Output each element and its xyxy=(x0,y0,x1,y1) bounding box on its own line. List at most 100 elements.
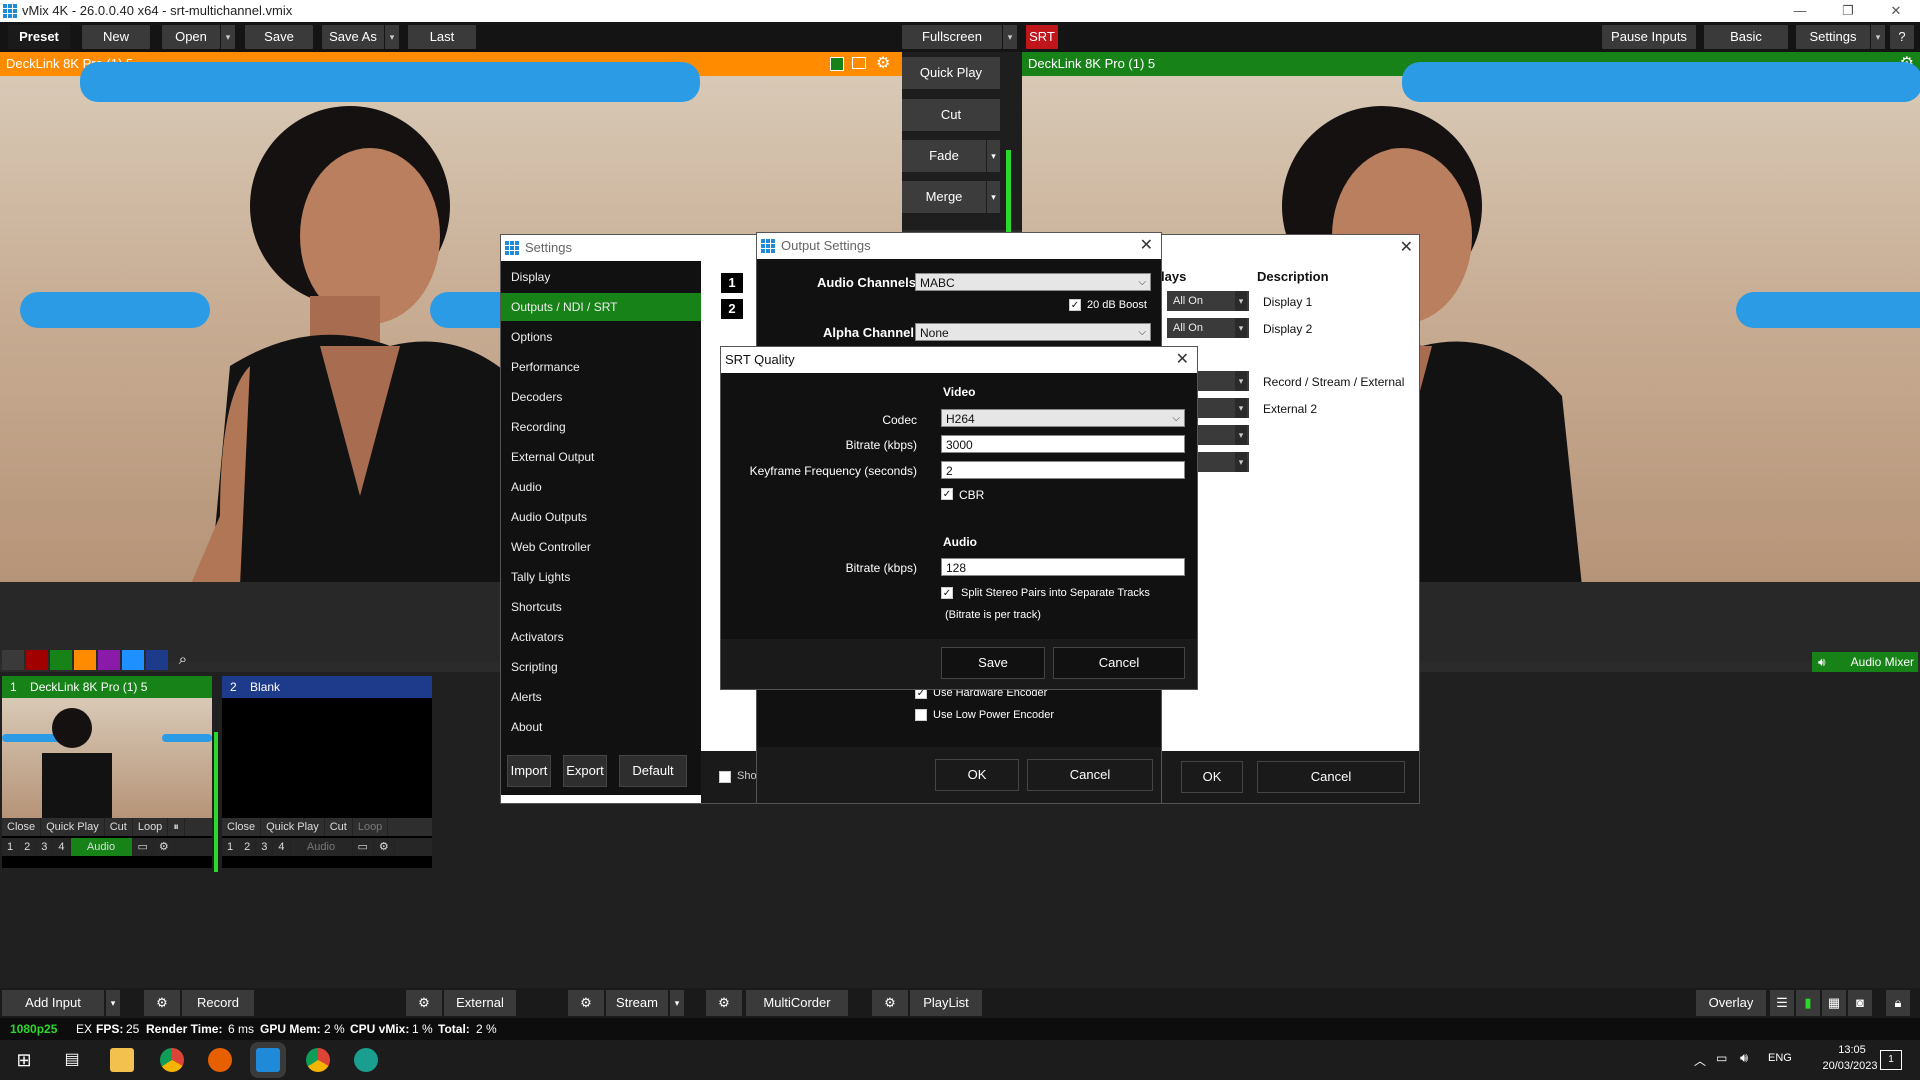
color-swatch-purple[interactable] xyxy=(98,650,120,670)
import-button[interactable]: Import xyxy=(507,755,551,787)
close-window-button[interactable]: ✕ xyxy=(1872,0,1920,22)
add-input-button[interactable]: Add Input xyxy=(2,990,104,1016)
alpha-channel-select[interactable]: None ⌵ xyxy=(915,323,1151,341)
chrome-icon[interactable] xyxy=(160,1048,184,1072)
gear-icon[interactable]: ⚙ xyxy=(374,838,395,856)
video-bitrate-input[interactable]: 3000 xyxy=(941,435,1185,453)
color-swatch-navy[interactable] xyxy=(146,650,168,670)
close-icon[interactable]: ✕ xyxy=(1176,347,1189,373)
open-button[interactable]: Open xyxy=(162,25,220,49)
export-button[interactable]: Export xyxy=(563,755,607,787)
grid-icon[interactable]: ▦ xyxy=(1822,990,1846,1016)
input-audio-button[interactable]: Audio xyxy=(291,838,353,856)
merge-button[interactable]: Merge xyxy=(902,181,986,213)
audio-bars-icon[interactable]: ▮ xyxy=(1796,990,1820,1016)
input-loop-button[interactable]: Loop xyxy=(353,818,389,836)
input-audio-button[interactable]: Audio xyxy=(70,838,133,856)
firefox-icon[interactable] xyxy=(208,1048,232,1072)
menu-external-output[interactable]: External Output xyxy=(501,443,701,471)
minimize-button[interactable]: — xyxy=(1776,0,1824,22)
green-square-icon[interactable] xyxy=(830,57,844,71)
display-1-mode-select[interactable]: All On ▾ xyxy=(1167,291,1249,311)
show-checkbox[interactable] xyxy=(719,771,731,783)
menu-display[interactable]: Display xyxy=(501,263,701,291)
overlay-4-button[interactable]: 4 xyxy=(273,838,291,856)
monitor-icon[interactable]: ▭ xyxy=(133,838,154,856)
chrome-profile-icon[interactable] xyxy=(306,1048,330,1072)
volume-icon[interactable]: 🔊︎ xyxy=(1740,1050,1748,1066)
menu-about[interactable]: About xyxy=(501,713,701,741)
menu-decoders[interactable]: Decoders xyxy=(501,383,701,411)
pause-icon[interactable]: ⏸ xyxy=(168,818,185,836)
settings-cancel-button[interactable]: Cancel xyxy=(1257,761,1405,793)
cbr-checkbox[interactable]: ✓ xyxy=(941,488,953,500)
fade-dropdown-icon[interactable]: ▾ xyxy=(987,140,1000,172)
default-button[interactable]: Default xyxy=(619,755,687,787)
task-view-icon[interactable]: ▤ xyxy=(60,1048,84,1072)
overlay-4-button[interactable]: 4 xyxy=(53,838,71,856)
settings-dropdown-icon[interactable]: ▾ xyxy=(1871,25,1885,49)
input-quick-play-button[interactable]: Quick Play xyxy=(261,818,325,836)
playlist-button[interactable]: PlayList xyxy=(910,990,982,1016)
vmix-taskbar-icon[interactable] xyxy=(256,1048,280,1072)
restore-button[interactable]: ❐ xyxy=(1824,0,1872,22)
open-dropdown-icon[interactable]: ▾ xyxy=(221,25,235,49)
overlay-2-button[interactable]: 2 xyxy=(19,838,37,856)
input-cut-button[interactable]: Cut xyxy=(325,818,353,836)
menu-alerts[interactable]: Alerts xyxy=(501,683,701,711)
external-button[interactable]: External xyxy=(444,990,516,1016)
input-quick-play-button[interactable]: Quick Play xyxy=(41,818,105,836)
clock-time[interactable]: 13:05 xyxy=(1818,1044,1886,1056)
overlay-button[interactable]: Overlay xyxy=(1696,990,1766,1016)
settings-button[interactable]: Settings xyxy=(1796,25,1870,49)
menu-tally-lights[interactable]: Tally Lights xyxy=(501,563,701,591)
gear-icon[interactable]: ⚙ xyxy=(706,990,742,1016)
save-as-button[interactable]: Save As xyxy=(322,25,384,49)
gear-icon[interactable]: ⚙ xyxy=(876,52,890,76)
menu-scripting[interactable]: Scripting xyxy=(501,653,701,681)
notification-icon[interactable]: 1 xyxy=(1880,1050,1902,1070)
split-stereo-checkbox[interactable]: ✓ xyxy=(941,587,953,599)
language-indicator[interactable]: ENG xyxy=(1768,1052,1792,1064)
srt-badge[interactable]: SRT xyxy=(1026,25,1058,49)
srt-save-button[interactable]: Save xyxy=(941,647,1045,679)
last-button[interactable]: Last xyxy=(408,25,476,49)
codec-select[interactable]: H264 ⌵ xyxy=(941,409,1185,427)
input-loop-button[interactable]: Loop xyxy=(133,818,169,836)
file-explorer-icon[interactable] xyxy=(110,1048,134,1072)
windows-start-icon[interactable]: ⊞ xyxy=(12,1048,36,1072)
lock-icon[interactable]: 🔒︎ xyxy=(1886,990,1910,1016)
color-swatch-blue[interactable] xyxy=(122,650,144,670)
gear-icon[interactable]: ⚙ xyxy=(406,990,442,1016)
preset-button[interactable]: Preset xyxy=(8,25,70,49)
chevron-up-icon[interactable]: ︿ xyxy=(1694,1052,1706,1069)
overlay-3-button[interactable]: 3 xyxy=(36,838,54,856)
menu-recording[interactable]: Recording xyxy=(501,413,701,441)
menu-web-controller[interactable]: Web Controller xyxy=(501,533,701,561)
gear-icon[interactable]: ⚙ xyxy=(144,990,180,1016)
menu-performance[interactable]: Performance xyxy=(501,353,701,381)
output-cancel-button[interactable]: Cancel xyxy=(1027,759,1153,791)
stream-dropdown-icon[interactable]: ▾ xyxy=(670,990,684,1016)
settings-ok-button[interactable]: OK xyxy=(1181,761,1243,793)
camera-icon[interactable]: ◙ xyxy=(1848,990,1872,1016)
stream-button[interactable]: Stream xyxy=(606,990,668,1016)
audio-channels-select[interactable]: MABC ⌵ xyxy=(915,273,1151,291)
multicorder-button[interactable]: MultiCorder xyxy=(746,990,848,1016)
close-icon[interactable]: ✕ xyxy=(1400,235,1413,261)
list-icon[interactable]: ☰ xyxy=(1770,990,1794,1016)
close-icon[interactable]: ✕ xyxy=(1140,233,1153,259)
monitor-icon[interactable]: ▭ xyxy=(353,838,374,856)
menu-shortcuts[interactable]: Shortcuts xyxy=(501,593,701,621)
help-button[interactable]: ? xyxy=(1890,25,1914,49)
quick-play-button[interactable]: Quick Play xyxy=(902,57,1000,89)
network-icon[interactable]: ▭ xyxy=(1716,1051,1727,1065)
pause-inputs-button[interactable]: Pause Inputs xyxy=(1602,25,1696,49)
overlay-3-button[interactable]: 3 xyxy=(256,838,274,856)
input-card-1[interactable]: 1 DeckLink 8K Pro (1) 5 Close Quick Play… xyxy=(2,676,212,868)
fade-button[interactable]: Fade xyxy=(902,140,986,172)
new-button[interactable]: New xyxy=(82,25,150,49)
input-cut-button[interactable]: Cut xyxy=(105,818,133,836)
input-close-button[interactable]: Close xyxy=(222,818,262,836)
menu-outputs[interactable]: Outputs / NDI / SRT xyxy=(501,293,701,321)
